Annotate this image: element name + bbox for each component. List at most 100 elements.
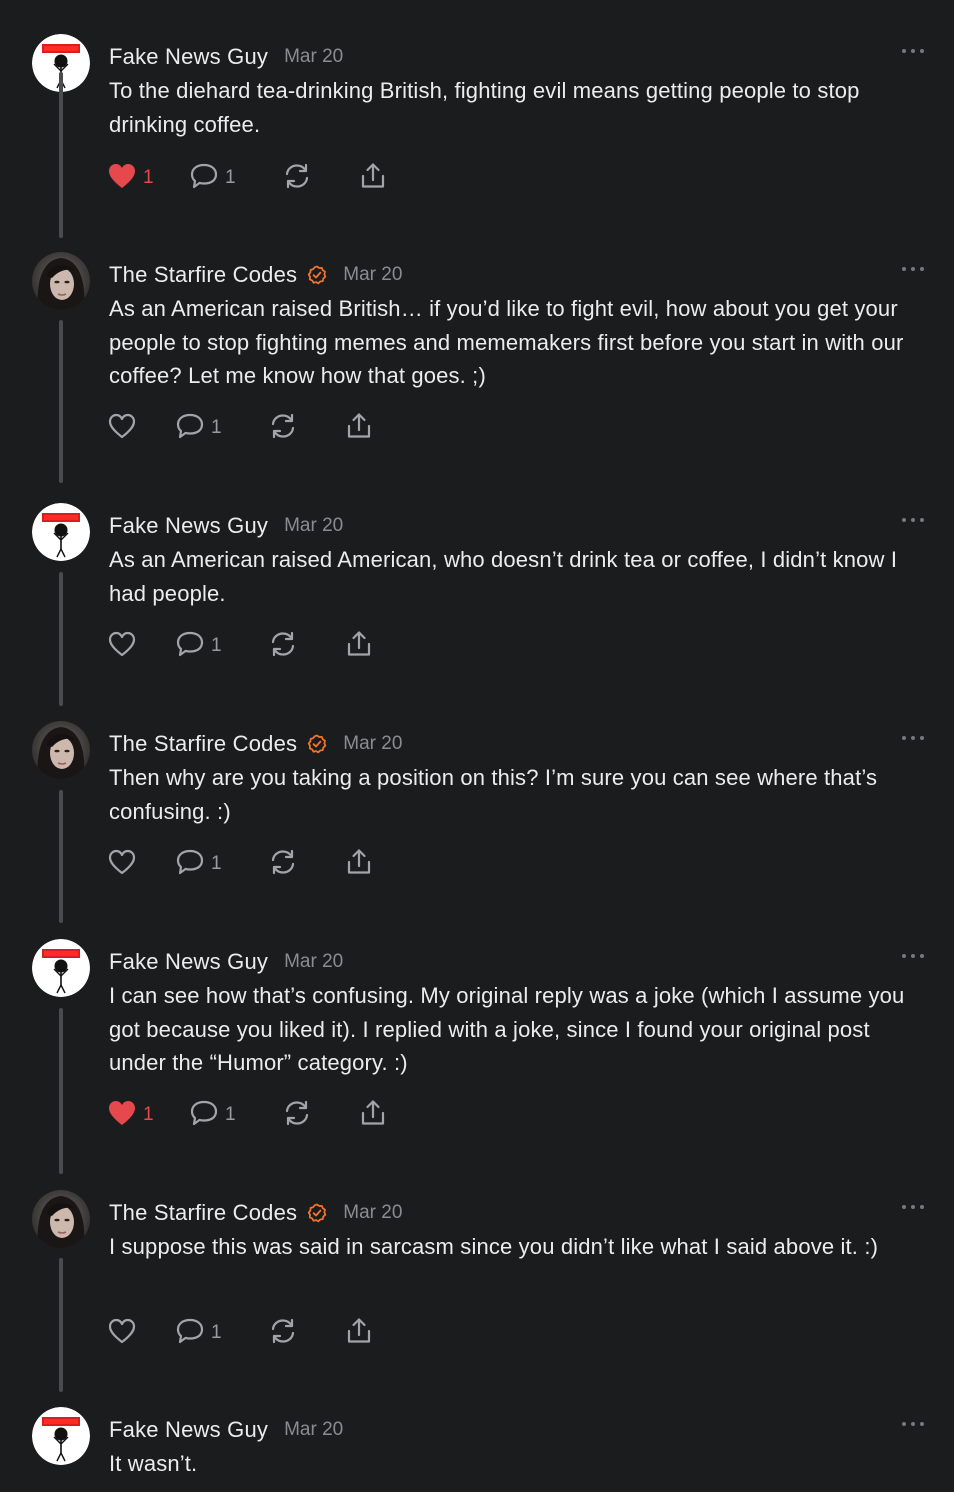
restack-icon <box>282 1098 312 1133</box>
share-icon <box>344 1316 374 1351</box>
share-button[interactable] <box>358 1099 388 1131</box>
comment-date[interactable]: Mar 20 <box>284 1419 343 1441</box>
comment-header: Fake News Guy Mar 20 <box>109 511 343 541</box>
reply-count: 1 <box>225 1104 236 1125</box>
reply-count: 1 <box>225 167 236 188</box>
comment-header: Fake News Guy Mar 20 <box>109 947 343 977</box>
like-count: 1 <box>143 167 154 188</box>
comment-text: To the diehard tea-drinking British, fig… <box>109 78 860 137</box>
comment-date[interactable]: Mar 20 <box>284 46 343 68</box>
restack-button[interactable] <box>268 412 298 444</box>
comment-header: The Starfire Codes Mar 20 <box>109 260 402 290</box>
author-name[interactable]: Fake News Guy <box>109 44 268 70</box>
like-button[interactable] <box>107 848 137 880</box>
comment-actions: 11 <box>107 1099 407 1131</box>
speech-bubble-icon <box>175 1317 205 1350</box>
author-name[interactable]: Fake News Guy <box>109 1417 268 1443</box>
reply-count: 1 <box>211 417 222 438</box>
thread-line[interactable] <box>59 320 63 483</box>
share-icon <box>344 411 374 446</box>
comment-actions: 1 <box>107 848 407 880</box>
comment-header: The Starfire Codes Mar 20 <box>109 729 402 759</box>
reply-button[interactable]: 1 <box>175 412 222 444</box>
comment-date[interactable]: Mar 20 <box>343 1202 402 1224</box>
speech-bubble-icon <box>175 412 205 445</box>
more-dots-icon[interactable] <box>902 1202 924 1212</box>
avatar[interactable] <box>32 721 90 779</box>
restack-icon <box>268 847 298 882</box>
author-name[interactable]: The Starfire Codes <box>109 262 297 288</box>
author-name[interactable]: Fake News Guy <box>109 513 268 539</box>
avatar[interactable] <box>32 1407 90 1465</box>
reply-button[interactable]: 1 <box>189 1099 236 1131</box>
comment-date[interactable]: Mar 20 <box>343 264 402 286</box>
like-count: 1 <box>143 1104 154 1125</box>
reply-count: 1 <box>211 853 222 874</box>
speech-bubble-icon <box>175 630 205 663</box>
comment-actions: 1 <box>107 1317 407 1349</box>
restack-button[interactable] <box>268 848 298 880</box>
verified-check-icon <box>307 734 327 754</box>
share-button[interactable] <box>344 412 374 444</box>
comment-header: The Starfire Codes Mar 20 <box>109 1198 402 1228</box>
heart-icon <box>107 1099 137 1132</box>
speech-bubble-icon <box>189 1099 219 1132</box>
heart-icon <box>107 848 137 881</box>
share-icon <box>358 1098 388 1133</box>
author-name[interactable]: The Starfire Codes <box>109 731 297 757</box>
more-dots-icon[interactable] <box>902 264 924 274</box>
heart-icon <box>107 162 137 195</box>
comment-text: Then why are you taking a position on th… <box>109 765 878 824</box>
share-button[interactable] <box>344 848 374 880</box>
avatar[interactable] <box>32 503 90 561</box>
share-button[interactable] <box>358 162 388 194</box>
like-button[interactable] <box>107 412 137 444</box>
comment-text: As an American raised American, who does… <box>109 547 898 606</box>
more-dots-icon[interactable] <box>902 951 924 961</box>
heart-icon <box>107 412 137 445</box>
avatar[interactable] <box>32 939 90 997</box>
avatar[interactable] <box>32 252 90 310</box>
like-button[interactable]: 1 <box>107 1099 154 1131</box>
like-button[interactable] <box>107 630 137 662</box>
restack-icon <box>268 411 298 446</box>
comment-actions: 11 <box>107 162 407 194</box>
restack-button[interactable] <box>282 162 312 194</box>
share-button[interactable] <box>344 1317 374 1349</box>
share-icon <box>344 629 374 664</box>
speech-bubble-icon <box>189 162 219 195</box>
restack-button[interactable] <box>268 630 298 662</box>
thread-line[interactable] <box>59 572 63 706</box>
reply-button[interactable]: 1 <box>175 1317 222 1349</box>
heart-icon <box>107 1317 137 1350</box>
verified-check-icon <box>307 1203 327 1223</box>
share-button[interactable] <box>344 630 374 662</box>
comment-header: Fake News Guy Mar 20 <box>109 42 343 72</box>
comment-text: I suppose this was said in sarcasm since… <box>109 1234 879 1259</box>
like-button[interactable]: 1 <box>107 162 154 194</box>
reply-button[interactable]: 1 <box>175 848 222 880</box>
reply-button[interactable]: 1 <box>189 162 236 194</box>
avatar[interactable] <box>32 1190 90 1248</box>
like-button[interactable] <box>107 1317 137 1349</box>
comment-actions: 1 <box>107 630 407 662</box>
thread-line[interactable] <box>59 1258 63 1392</box>
more-dots-icon[interactable] <box>902 733 924 743</box>
author-name[interactable]: The Starfire Codes <box>109 1200 297 1226</box>
comment-date[interactable]: Mar 20 <box>343 733 402 755</box>
restack-button[interactable] <box>282 1099 312 1131</box>
thread-line[interactable] <box>59 1008 63 1174</box>
more-dots-icon[interactable] <box>902 515 924 525</box>
restack-icon <box>268 1316 298 1351</box>
author-name[interactable]: Fake News Guy <box>109 949 268 975</box>
reply-button[interactable]: 1 <box>175 630 222 662</box>
more-dots-icon[interactable] <box>902 1419 924 1429</box>
comment-date[interactable]: Mar 20 <box>284 951 343 973</box>
comment-date[interactable]: Mar 20 <box>284 515 343 537</box>
thread-line[interactable] <box>59 790 63 923</box>
thread-line[interactable] <box>59 72 63 238</box>
more-dots-icon[interactable] <box>902 46 924 56</box>
comment-text: As an American raised British… if you’d … <box>109 296 904 388</box>
restack-button[interactable] <box>268 1317 298 1349</box>
speech-bubble-icon <box>175 848 205 881</box>
